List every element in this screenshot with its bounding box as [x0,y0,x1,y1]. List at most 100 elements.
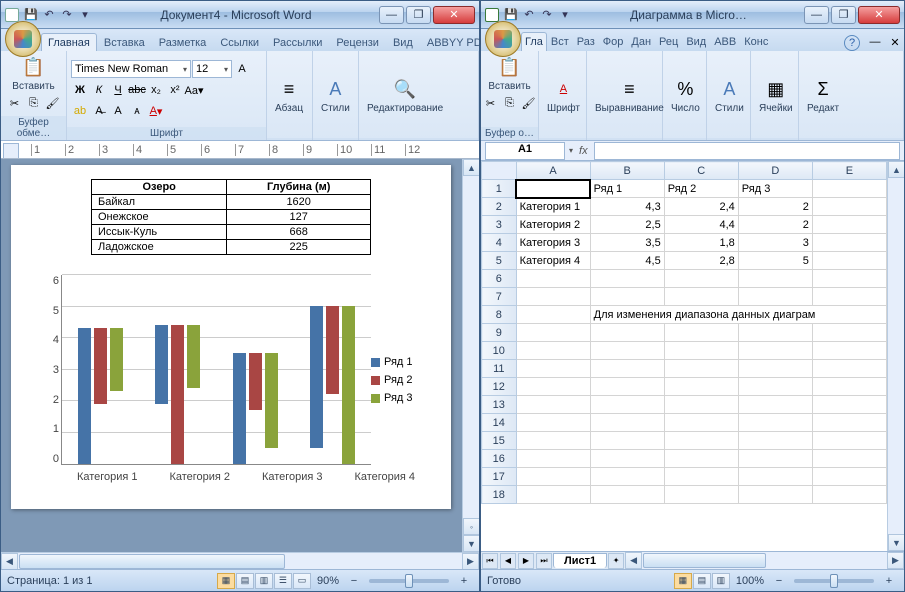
cell[interactable] [664,324,738,342]
row-header[interactable]: 11 [482,360,517,378]
cell[interactable]: Ряд 1 [590,180,664,198]
qat-more-icon[interactable]: ▾ [77,7,93,23]
cell[interactable] [516,432,590,450]
cell[interactable] [590,432,664,450]
column-header[interactable]: C [664,162,738,180]
chart-bar[interactable] [110,328,123,391]
cell[interactable] [738,342,812,360]
row-header[interactable]: 5 [482,252,517,270]
cell[interactable] [516,450,590,468]
subscript-icon[interactable]: x₂ [147,81,165,99]
cell[interactable] [738,414,812,432]
draft-view[interactable]: ▭ [293,573,311,589]
sheet-tab[interactable]: Лист1 [553,553,607,568]
cell[interactable]: 4,4 [664,216,738,234]
excel-tab[interactable]: ABB [710,32,740,51]
redo-icon[interactable]: ↷ [59,7,75,23]
legend-item[interactable]: Ряд 1 [371,356,431,368]
cell[interactable] [590,288,664,306]
cell[interactable] [812,216,886,234]
zoom-out-icon[interactable]: − [345,572,363,590]
print-layout-view[interactable]: ▦ [217,573,235,589]
cell[interactable] [812,234,886,252]
cell[interactable]: Ряд 2 [664,180,738,198]
word-hscrollbar[interactable]: ◀▶ [1,552,479,569]
font-color-icon[interactable]: A▾ [147,102,165,120]
column-header[interactable]: B [590,162,664,180]
cell[interactable] [812,360,886,378]
cell[interactable]: Категория 3 [516,234,590,252]
cells-button[interactable]: ▦Ячейки [755,75,797,116]
cell[interactable] [812,486,886,504]
cell[interactable]: Ряд 3 [738,180,812,198]
cell[interactable] [812,378,886,396]
styles-button[interactable]: AСтили [317,75,354,116]
word-vscrollbar[interactable]: ▲ ◦ ▼ [462,159,479,552]
prev-sheet-icon[interactable]: ◀ [500,553,516,569]
worksheet[interactable]: ABCDE1Ряд 1Ряд 2Ряд 32Категория 14,32,42… [481,161,887,551]
chart-bar[interactable] [78,328,91,464]
font-family-combo[interactable]: Times New Roman▾ [71,60,191,78]
save-icon[interactable]: 💾 [23,7,39,23]
cell[interactable] [590,324,664,342]
row-header[interactable]: 13 [482,396,517,414]
legend-item[interactable]: Ряд 3 [371,392,431,404]
word-tab[interactable]: Вид [386,33,420,51]
next-sheet-icon[interactable]: ▶ [518,553,534,569]
cut-icon[interactable]: ✂ [6,94,24,112]
undo-icon[interactable]: ↶ [41,7,57,23]
paragraph-button[interactable]: ≡Абзац [271,75,307,116]
row-header[interactable]: 17 [482,468,517,486]
cell[interactable]: 3 [738,234,812,252]
cell[interactable] [516,324,590,342]
row-header[interactable]: 7 [482,288,517,306]
row-header[interactable]: 12 [482,378,517,396]
bold-icon[interactable]: Ж [71,81,89,99]
last-sheet-icon[interactable]: ⏭ [536,553,552,569]
cell[interactable] [812,198,886,216]
cell[interactable] [812,252,886,270]
chart-bar[interactable] [94,328,107,404]
word-tab[interactable]: Вставка [97,33,152,51]
chart-bar[interactable] [249,353,262,410]
cell[interactable] [738,378,812,396]
excel-tab[interactable]: Фор [599,32,628,51]
cell[interactable] [516,306,590,324]
row-header[interactable]: 3 [482,216,517,234]
font-grow-icon[interactable]: A [109,102,127,120]
cell[interactable] [516,378,590,396]
cell[interactable] [738,468,812,486]
minimize-button[interactable]: — [804,6,829,24]
column-header[interactable]: D [738,162,812,180]
cell[interactable] [664,396,738,414]
cell[interactable] [516,180,590,198]
cell[interactable] [812,342,886,360]
change-case-icon[interactable]: Aa▾ [185,81,203,99]
cell[interactable] [590,486,664,504]
help-icon[interactable]: ? [844,35,860,51]
cell[interactable] [812,468,886,486]
cell[interactable] [738,486,812,504]
word-tab[interactable]: Рассылки [266,33,329,51]
cell[interactable] [738,288,812,306]
formula-bar[interactable] [594,142,900,160]
row-header[interactable]: 8 [482,306,517,324]
cell[interactable] [664,360,738,378]
cell[interactable] [738,450,812,468]
qat-more-icon[interactable]: ▾ [557,7,573,23]
chart-bar[interactable] [326,306,339,395]
word-page[interactable]: ОзероГлубина (м) Байкал1620Онежское127Ис… [11,165,451,509]
excel-tab[interactable]: Раз [573,32,599,51]
cell[interactable]: Категория 2 [516,216,590,234]
cell[interactable] [516,468,590,486]
row-header[interactable]: 14 [482,414,517,432]
italic-icon[interactable]: К [90,81,108,99]
row-header[interactable]: 10 [482,342,517,360]
font-size-combo[interactable]: 12▾ [192,60,232,78]
cell[interactable] [590,414,664,432]
excel-tab[interactable]: Конс [740,32,772,51]
cell[interactable] [812,324,886,342]
cell[interactable] [812,450,886,468]
cell[interactable]: 5 [738,252,812,270]
word-tab[interactable]: Главная [41,33,97,51]
